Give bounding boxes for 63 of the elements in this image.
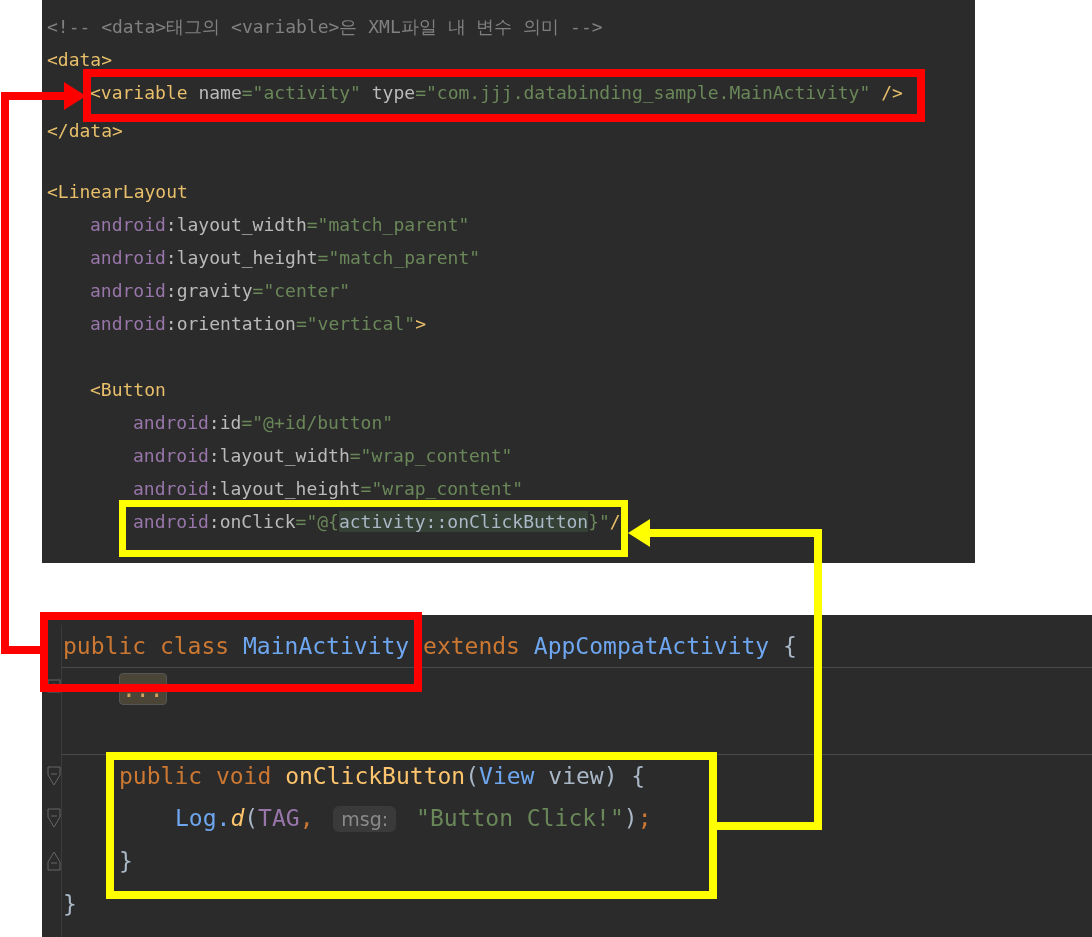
attribute-name: :orientation (165, 313, 296, 334)
attribute-name: :layout_height (208, 478, 361, 499)
code-text: ( (244, 805, 259, 831)
attribute-name: :onClick (208, 511, 296, 532)
xml-tag: <Button (90, 379, 166, 400)
string-value: }" (588, 511, 610, 532)
class-name: AppCompatActivity (533, 633, 770, 659)
code-text: ( (465, 763, 480, 789)
string-value: ="vertical" (295, 313, 416, 334)
string-value: ="activity" (241, 82, 362, 103)
method-name: onClickButton (285, 763, 466, 789)
attribute-name: :layout_width (165, 214, 307, 235)
namespace-prefix: android (90, 247, 166, 268)
fold-marker-icon[interactable] (47, 808, 61, 828)
namespace-prefix: android (133, 445, 209, 466)
highlighted-expression: activity::onClickButton (338, 511, 589, 532)
string-value: ="@+id/button" (241, 412, 394, 433)
string-value: ="wrap_content" (349, 445, 513, 466)
keyword: , (299, 805, 315, 831)
code-text: } (63, 891, 77, 917)
keyword: public class (63, 633, 231, 659)
xml-tag: /> (881, 82, 903, 103)
constant-name: TAG (258, 805, 300, 831)
class-name: View (479, 763, 535, 789)
namespace-prefix: android (90, 280, 166, 301)
xml-tag: <variable (90, 82, 199, 103)
code-text: { (782, 633, 797, 659)
method-name: d (230, 805, 245, 831)
namespace-prefix: android (90, 313, 166, 334)
code-comment: <!-- <data>태그의 <variable>은 XML파일 내 변수 의미 --> (47, 16, 603, 37)
attribute-name: name (198, 82, 242, 103)
fold-marker-icon[interactable] (47, 766, 61, 786)
keyword: extends (422, 633, 521, 659)
fold-end-marker-icon[interactable] (47, 851, 61, 871)
namespace-prefix: android (133, 511, 209, 532)
keyword: public void (119, 763, 273, 789)
class-name: Log. (175, 805, 231, 831)
xml-tag: / (609, 511, 621, 532)
xml-tag: <data> (47, 49, 113, 70)
attribute-name: type (371, 82, 416, 103)
attribute-name: :gravity (165, 280, 253, 301)
attribute-name: :layout_width (208, 445, 350, 466)
code-text: } (119, 848, 133, 874)
string-value: ="match_parent" (306, 214, 470, 235)
xml-tag: <LinearLayout (47, 181, 188, 202)
namespace-prefix: android (90, 214, 166, 235)
namespace-prefix: android (133, 412, 209, 433)
string-value: "Button Click!" (415, 805, 624, 831)
xml-tag: </data> (47, 120, 123, 141)
class-name: MainActivity (243, 633, 410, 659)
keyword: ; (637, 805, 652, 831)
string-value: ="com.jjj.databinding_sample.MainActivity" (415, 82, 872, 103)
namespace-prefix: android (133, 478, 209, 499)
string-value: ="wrap_content" (360, 478, 524, 499)
string-value: ="center" (252, 280, 351, 301)
xml-tag: > (415, 313, 426, 334)
string-value: ="@{ (295, 511, 339, 532)
parameter-hint: msg: (333, 806, 397, 832)
code-text: ) (623, 805, 638, 831)
string-value: ="match_parent" (317, 247, 481, 268)
code-text: view) { (547, 763, 646, 789)
attribute-name: :id (208, 412, 242, 433)
attribute-name: :layout_height (165, 247, 318, 268)
